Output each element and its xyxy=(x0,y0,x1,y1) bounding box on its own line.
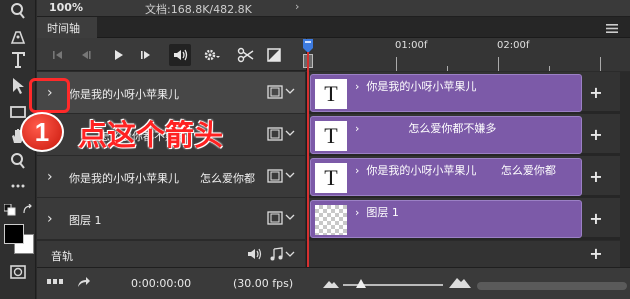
zoom-tool-icon[interactable] xyxy=(8,151,28,171)
ruler-major-tick xyxy=(396,57,397,71)
ruler-major-tick xyxy=(498,57,499,71)
quick-mask-icon[interactable] xyxy=(8,262,28,282)
audio-track-header[interactable]: 音轨 xyxy=(37,240,305,267)
frame-rate: (30.00 fps) xyxy=(233,277,294,290)
step-number-badge: 1 xyxy=(20,112,64,152)
clip-label: › 怎么爱你都不嫌多 xyxy=(355,122,497,135)
layer-thumbnail: T xyxy=(315,163,347,193)
expand-arrow-icon[interactable]: › xyxy=(47,169,59,185)
tab-timeline[interactable]: 时间轴 xyxy=(37,17,97,38)
ruler-tick-label: 01:00f xyxy=(395,40,428,51)
time-ruler[interactable]: 01:00f 02:00f xyxy=(306,38,630,71)
clip-label: › 你是我的小呀小苹果儿 怎么爱你都 xyxy=(355,164,556,177)
ruler-major-tick xyxy=(600,57,601,71)
more-tools-icon[interactable] xyxy=(8,176,28,196)
audio-track-name: 音轨 xyxy=(51,250,73,263)
filmstrip-icon[interactable] xyxy=(267,127,283,141)
text-layer-clip[interactable]: T › 你是我的小呀小苹果儿 xyxy=(310,74,582,112)
add-media-button[interactable]: + xyxy=(589,127,603,143)
current-time[interactable]: 0:00:00:00 xyxy=(131,277,191,290)
clip-label: › 图层 1 xyxy=(355,206,399,219)
text-layer-clip[interactable]: T › 你是我的小呀小苹果儿 怎么爱你都 xyxy=(310,158,582,196)
layer-row[interactable]: › 你是我的小呀小苹果儿 xyxy=(37,72,305,114)
timeline-footer: 0:00:00:00 (30.00 fps) xyxy=(37,267,630,299)
clip-label: › 你是我的小呀小苹果儿 xyxy=(355,80,477,93)
zoom-slider-thumb[interactable] xyxy=(356,278,366,288)
speaker-icon[interactable] xyxy=(247,247,263,261)
add-media-button[interactable]: + xyxy=(589,211,603,227)
step-instruction-text: 点这个箭头 xyxy=(78,118,224,152)
next-frame-icon[interactable] xyxy=(137,46,155,64)
highlight-box xyxy=(29,78,70,113)
chevron-down-icon[interactable] xyxy=(285,249,295,259)
layer-row[interactable]: › 图层 1 xyxy=(37,198,305,240)
horizontal-scrollbar[interactable] xyxy=(477,282,627,290)
scissors-icon[interactable] xyxy=(237,46,255,64)
hamburger-menu-icon[interactable] xyxy=(606,23,618,33)
foreground-color-swatch[interactable] xyxy=(4,224,24,244)
magnifier-tool-icon[interactable] xyxy=(8,2,28,22)
ruler-tick-label: 02:00f xyxy=(497,40,530,51)
chevron-down-icon[interactable] xyxy=(285,170,295,180)
document-size: 文档:168.8K/482.8K xyxy=(145,3,252,16)
vertical-scrollbar[interactable] xyxy=(620,72,630,267)
default-colors-icon[interactable] xyxy=(3,203,16,216)
add-audio-button[interactable]: + xyxy=(589,246,603,262)
zoom-in-mountain-icon[interactable] xyxy=(449,276,471,288)
path-selection-tool-icon[interactable] xyxy=(8,76,28,96)
timeline-tracks: T › 你是我的小呀小苹果儿 + T › 怎么爱你都不嫌多 + T › 你是我的… xyxy=(306,72,630,267)
ruler-minor-tick xyxy=(447,66,448,71)
previous-frame-icon[interactable] xyxy=(77,46,95,64)
transition-icon[interactable] xyxy=(265,46,283,64)
layer-thumbnail: T xyxy=(315,79,347,109)
playhead-handle[interactable] xyxy=(303,39,313,53)
zoom-out-mountain-icon[interactable] xyxy=(323,278,339,288)
image-layer-clip[interactable]: › 图层 1 xyxy=(310,200,582,238)
text-layer-clip[interactable]: T › 怎么爱你都不嫌多 xyxy=(310,116,582,154)
status-menu-arrow[interactable]: › xyxy=(295,0,299,13)
pen-tool-icon[interactable] xyxy=(8,26,28,46)
layer-thumbnail: T xyxy=(315,121,347,151)
convert-to-frame-animation-icon[interactable] xyxy=(47,277,63,290)
zoom-level[interactable]: 100% xyxy=(49,1,83,14)
layer-name: 你是我的小呀小苹果儿 怎么爱你都 xyxy=(69,172,255,185)
panel-tab-bar: 时间轴 xyxy=(37,17,630,38)
add-media-button[interactable]: + xyxy=(589,85,603,101)
audio-speaker-icon[interactable] xyxy=(169,44,191,66)
layer-name: 你是我的小呀小苹果儿 xyxy=(69,88,179,101)
swap-colors-icon[interactable] xyxy=(22,203,34,216)
document-status-bar: 100% 文档:168.8K/482.8K › xyxy=(37,0,630,17)
chevron-down-icon[interactable] xyxy=(285,212,295,222)
layers-list: › 你是我的小呀小苹果儿 › 怎么爱你都不嫌多 › 你是我的小呀小苹果儿 怎么爱… xyxy=(37,72,305,267)
playhead-line xyxy=(307,52,309,267)
type-tool-icon[interactable] xyxy=(8,50,28,70)
filmstrip-icon[interactable] xyxy=(267,211,283,225)
render-video-icon[interactable] xyxy=(77,275,91,292)
settings-gear-icon[interactable] xyxy=(202,46,220,64)
chevron-down-icon[interactable] xyxy=(285,128,295,138)
layer-name: 图层 1 xyxy=(69,214,102,227)
layer-row[interactable]: › 你是我的小呀小苹果儿 怎么爱你都 xyxy=(37,156,305,198)
filmstrip-icon[interactable] xyxy=(267,169,283,183)
ruler-minor-tick xyxy=(549,66,550,71)
skip-to-start-icon[interactable] xyxy=(49,46,67,64)
filmstrip-icon[interactable] xyxy=(267,85,283,99)
expand-arrow-icon[interactable]: › xyxy=(47,211,59,227)
transparency-thumbnail xyxy=(315,205,347,235)
music-note-icon[interactable] xyxy=(269,247,283,261)
chevron-down-icon[interactable] xyxy=(285,86,295,96)
add-media-button[interactable]: + xyxy=(589,169,603,185)
audio-track-lane[interactable]: + xyxy=(306,240,630,267)
play-icon[interactable] xyxy=(109,46,127,64)
